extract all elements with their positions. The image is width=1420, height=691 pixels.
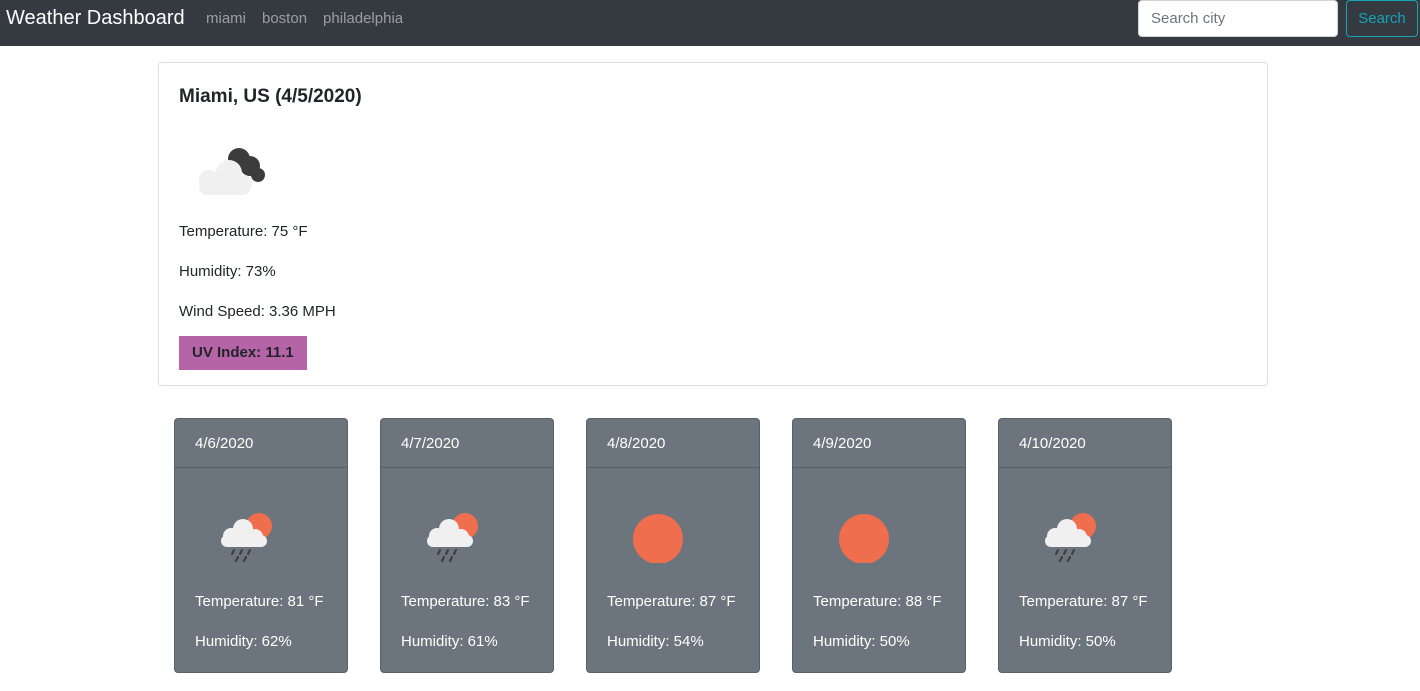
- forecast-card: 4/6/2020 Temperature: 81 °F Humidity: 62…: [174, 418, 348, 673]
- forecast-card: 4/7/2020 Temperature: 83 °F Humidity: 61…: [380, 418, 554, 673]
- forecast-date: 4/7/2020: [381, 419, 553, 468]
- city-link-boston[interactable]: boston: [262, 10, 307, 27]
- forecast-card: 4/9/2020 Temperature: 88 °F Humidity: 50…: [792, 418, 966, 673]
- rain-sun-icon: [1041, 511, 1101, 568]
- rain-sun-icon: [423, 511, 483, 568]
- current-wind-speed: Wind Speed: 3.36 MPH: [179, 303, 336, 320]
- forecast-temperature: Temperature: 87 °F: [1019, 593, 1148, 610]
- forecast-date: 4/9/2020: [793, 419, 965, 468]
- forecast-humidity: Humidity: 50%: [1019, 633, 1116, 650]
- forecast-date: 4/10/2020: [999, 419, 1171, 468]
- forecast-humidity: Humidity: 50%: [813, 633, 910, 650]
- uv-index-badge: UV Index: 11.1: [179, 336, 307, 370]
- forecast-humidity: Humidity: 54%: [607, 633, 704, 650]
- forecast-humidity: Humidity: 61%: [401, 633, 498, 650]
- city-title: Miami, US (4/5/2020): [179, 86, 362, 107]
- rain-sun-icon: [217, 511, 277, 568]
- current-humidity: Humidity: 73%: [179, 263, 276, 280]
- forecast-humidity: Humidity: 62%: [195, 633, 292, 650]
- cloudy-night-icon: [187, 139, 271, 200]
- current-temperature: Temperature: 75 °F: [179, 223, 308, 240]
- sun-icon: [629, 511, 689, 568]
- forecast-date: 4/6/2020: [175, 419, 347, 468]
- forecast-temperature: Temperature: 83 °F: [401, 593, 530, 610]
- search-city-input[interactable]: [1138, 0, 1338, 37]
- forecast-date: 4/8/2020: [587, 419, 759, 468]
- city-link-miami[interactable]: miami: [206, 10, 246, 27]
- city-link-philadelphia[interactable]: philadelphia: [323, 10, 403, 27]
- forecast-temperature: Temperature: 87 °F: [607, 593, 736, 610]
- forecast-temperature: Temperature: 81 °F: [195, 593, 324, 610]
- brand-title[interactable]: Weather Dashboard: [6, 7, 185, 30]
- forecast-card: 4/10/2020 Temperature: 87 °F Humidity: 5…: [998, 418, 1172, 673]
- navbar: Weather Dashboard miami boston philadelp…: [0, 0, 1420, 46]
- search-button[interactable]: Search: [1346, 0, 1418, 37]
- current-weather-card: Miami, US (4/5/2020) Temperature: 75 °F …: [158, 62, 1268, 386]
- city-history-links: miami boston philadelphia: [206, 10, 419, 27]
- forecast-temperature: Temperature: 88 °F: [813, 593, 942, 610]
- forecast-card: 4/8/2020 Temperature: 87 °F Humidity: 54…: [586, 418, 760, 673]
- sun-icon: [835, 511, 895, 568]
